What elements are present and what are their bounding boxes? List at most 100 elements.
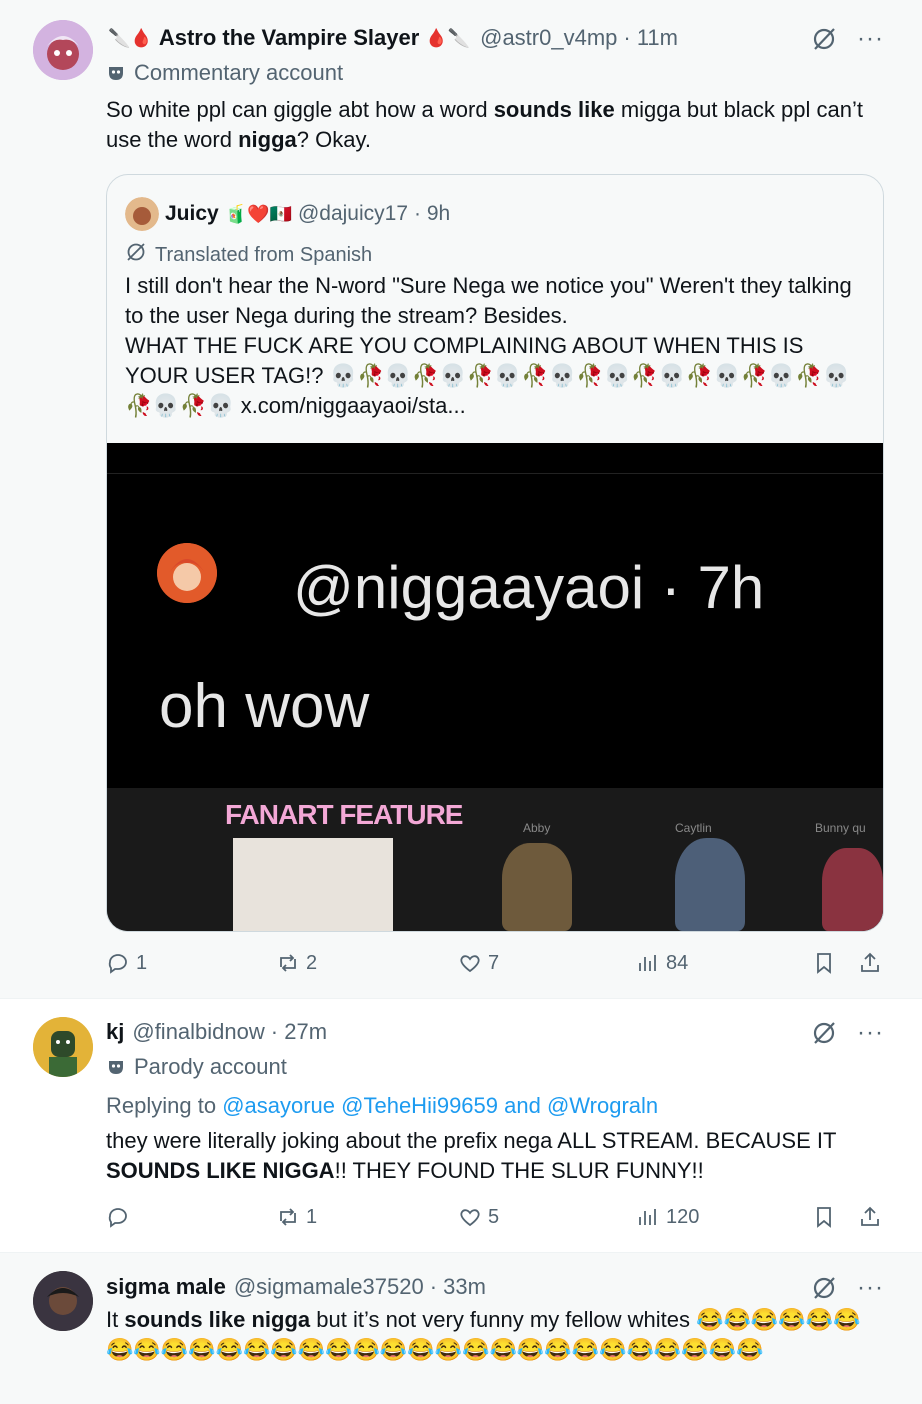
- grok-icon[interactable]: [811, 26, 837, 52]
- media-figure-abby: [502, 843, 572, 931]
- translation-note-text: Translated from Spanish: [155, 243, 373, 266]
- bookmark-button[interactable]: [812, 1205, 836, 1229]
- quote-text: I still don't hear the N-word "Sure Nega…: [125, 271, 867, 421]
- mask-icon: [106, 1057, 126, 1077]
- mask-icon: [106, 63, 126, 83]
- repost-count: 2: [306, 951, 318, 974]
- like-count: 7: [488, 951, 500, 974]
- account-label: Parody account: [106, 1054, 287, 1080]
- media-avatar: [157, 543, 217, 603]
- tweet-header: kj @finalbidnow · 27m: [106, 1018, 902, 1046]
- text-segment: !! THEY FOUND THE SLUR FUNNY!!: [334, 1158, 704, 1183]
- grok-icon[interactable]: [811, 1275, 837, 1301]
- avatar[interactable]: [33, 1271, 93, 1331]
- media-sketch: [233, 838, 393, 931]
- replying-to: Replying to @asayorue @TeheHii99659 and …: [106, 1091, 882, 1121]
- tweet-3[interactable]: sigma male @sigmamale37520 · 33m ··· It …: [0, 1253, 922, 1404]
- share-icon: [861, 1206, 879, 1226]
- quote-text-line: WHAT THE FUCK ARE YOU COMPLAINING ABOUT …: [125, 331, 867, 421]
- timestamp[interactable]: · 27m: [271, 1018, 327, 1046]
- quote-header: Juicy 🧃❤️🇲🇽 @dajuicy17 · 9h: [125, 197, 450, 231]
- account-label-text: Commentary account: [134, 60, 344, 85]
- reply-button[interactable]: [106, 1205, 136, 1229]
- views-count: 84: [666, 951, 689, 974]
- quote-text-line: I still don't hear the N-word "Sure Nega…: [125, 273, 852, 328]
- tweet-header: 🔪🩸 Astro the Vampire Slayer 🩸🔪 @astr0_v4…: [106, 24, 902, 52]
- account-label: Commentary account: [106, 60, 343, 86]
- avatar[interactable]: [33, 20, 93, 80]
- bookmark-button[interactable]: [812, 951, 836, 975]
- quote-display-name[interactable]: Juicy: [165, 202, 219, 226]
- media-text: oh wow: [159, 672, 370, 741]
- quote-avatar[interactable]: [125, 197, 159, 231]
- text-segment: ? Okay.: [296, 127, 371, 152]
- repost-count: 1: [306, 1205, 318, 1228]
- more-icon[interactable]: ···: [857, 27, 884, 51]
- text-segment: they were literally joking about the pre…: [106, 1128, 837, 1153]
- share-icon: [861, 952, 879, 972]
- repost-button[interactable]: 2: [276, 951, 317, 975]
- text-bold: nigga: [238, 127, 297, 152]
- tweet-text: they were literally joking about the pre…: [106, 1126, 882, 1186]
- like-button[interactable]: 7: [458, 951, 499, 975]
- more-icon[interactable]: ···: [857, 1276, 884, 1300]
- replying-targets[interactable]: @asayorue @TeheHii99659 and @Wrograln: [222, 1093, 658, 1118]
- tweet-header: sigma male @sigmamale37520 · 33m: [106, 1273, 902, 1301]
- handle[interactable]: @finalbidnow: [132, 1018, 264, 1046]
- repost-button[interactable]: 1: [276, 1205, 317, 1229]
- tweet-2[interactable]: kj @finalbidnow · 27m ··· Parody account…: [0, 999, 922, 1251]
- translation-note: Translated from Spanish: [125, 241, 372, 269]
- handle[interactable]: @astr0_v4mp: [480, 24, 617, 52]
- heart-icon: [460, 1209, 480, 1227]
- grok-icon[interactable]: [811, 1020, 837, 1046]
- bookmark-icon: [817, 953, 831, 974]
- media-divider: [107, 473, 883, 474]
- quoted-tweet[interactable]: Juicy 🧃❤️🇲🇽 @dajuicy17 · 9h Translated f…: [106, 174, 884, 932]
- display-name[interactable]: sigma male: [106, 1273, 226, 1301]
- like-button[interactable]: 5: [458, 1205, 499, 1229]
- name-emoji-right: 🩸🔪: [425, 28, 471, 48]
- reply-count: 1: [136, 951, 148, 974]
- share-button[interactable]: [858, 1205, 882, 1229]
- replying-prefix: Replying to: [106, 1093, 223, 1118]
- avatar[interactable]: [33, 1017, 93, 1077]
- views-button[interactable]: 120: [636, 1205, 699, 1229]
- media-label-bunny: Bunny qu: [815, 821, 866, 835]
- text-segment: It: [106, 1307, 125, 1332]
- reply-icon: [108, 1208, 127, 1228]
- quote-handle: @dajuicy17: [297, 202, 408, 225]
- media-label-abby: Abby: [523, 821, 551, 835]
- views-icon: [639, 955, 656, 971]
- media-label-caytlin: Caytlin: [675, 821, 712, 835]
- timestamp[interactable]: · 33m: [430, 1273, 486, 1301]
- display-name[interactable]: Astro the Vampire Slayer: [159, 24, 419, 52]
- share-button[interactable]: [858, 951, 882, 975]
- like-count: 5: [488, 1205, 500, 1228]
- tweet-1[interactable]: 🔪🩸 Astro the Vampire Slayer 🩸🔪 @astr0_v4…: [0, 0, 922, 998]
- heart-icon: [460, 955, 480, 973]
- views-button[interactable]: 84: [636, 951, 688, 975]
- media-handle: @niggaayaoi · 7h: [293, 554, 765, 621]
- tweet-text: So white ppl can giggle abt how a word s…: [106, 95, 882, 155]
- tweet-text: It sounds like nigga but it’s not very f…: [106, 1305, 882, 1365]
- translate-icon: [125, 241, 147, 269]
- quote-time: · 9h: [414, 202, 451, 225]
- bookmark-icon: [817, 1207, 831, 1228]
- quote-media-image[interactable]: @niggaayaoi · 7h oh wow FANART FEATURE A…: [107, 443, 883, 931]
- handle[interactable]: @sigmamale37520: [234, 1273, 424, 1301]
- views-icon: [639, 1209, 656, 1225]
- reply-button[interactable]: 1: [106, 951, 147, 975]
- text-segment: So white ppl can giggle abt how a word: [106, 97, 494, 122]
- quote-link[interactable]: x.com/niggaayaoi/sta...: [241, 393, 466, 418]
- views-count: 120: [666, 1205, 700, 1228]
- display-name[interactable]: kj: [106, 1018, 124, 1046]
- reply-icon: [108, 954, 127, 974]
- more-icon[interactable]: ···: [857, 1021, 884, 1045]
- quote-text-segment: WHAT THE FUCK ARE YOU COMPLAINING ABOUT …: [125, 333, 851, 418]
- tweet-actions: 1 5 120: [106, 1205, 882, 1235]
- timestamp[interactable]: · 11m: [623, 24, 678, 52]
- text-bold: sounds like nigga: [124, 1307, 311, 1332]
- repost-icon: [280, 954, 296, 972]
- media-figure-caytlin: [675, 838, 745, 931]
- tweet-actions: 1 2 7 84: [106, 951, 882, 981]
